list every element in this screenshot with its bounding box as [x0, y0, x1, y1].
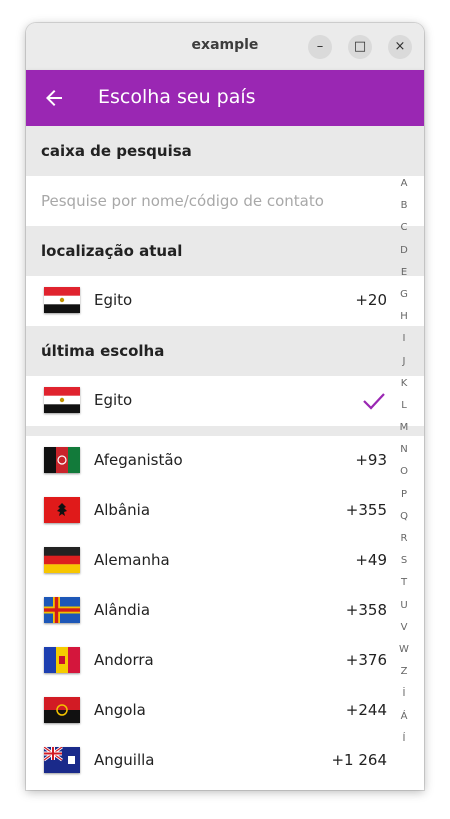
country-row-albania[interactable]: Albânia +355: [26, 486, 424, 536]
andorra-flag-icon: [44, 647, 80, 673]
location-section-header: localização atual: [26, 226, 424, 276]
search-section-header: caixa de pesquisa: [26, 126, 424, 176]
country-name: Andorra: [94, 651, 154, 669]
country-name: Angola: [94, 701, 146, 719]
last-choice-section-label: última escolha: [41, 342, 165, 360]
country-name: Anguilla: [94, 751, 155, 769]
index-letter[interactable]: R: [395, 528, 413, 550]
index-letter[interactable]: C: [395, 217, 413, 239]
country-row-aland[interactable]: Alândia +358: [26, 586, 424, 636]
aland-flag-icon: [44, 597, 80, 623]
country-name: Albânia: [94, 501, 151, 519]
app-window: example – □ × Escolha seu país caixa de …: [26, 23, 424, 790]
section-divider: [26, 426, 424, 436]
last-choice-row[interactable]: Egito: [26, 376, 424, 426]
location-section-label: localização atual: [41, 242, 183, 260]
angola-flag-icon: [44, 697, 80, 723]
index-letter[interactable]: L: [395, 395, 413, 417]
country-name: Egito: [94, 391, 133, 409]
index-letter[interactable]: Í: [395, 728, 413, 750]
check-icon: [363, 393, 385, 410]
egypt-flag-icon: [44, 387, 80, 413]
index-letter[interactable]: B: [395, 195, 413, 217]
albania-flag-icon: [44, 497, 80, 523]
index-letter[interactable]: J: [395, 351, 413, 373]
index-letter[interactable]: U: [395, 595, 413, 617]
country-code: +355: [345, 501, 387, 519]
index-letter[interactable]: S: [395, 550, 413, 572]
minimize-button[interactable]: –: [308, 35, 332, 59]
arrow-left-icon[interactable]: [42, 86, 66, 110]
country-row-anguilla[interactable]: Anguilla +1 264: [26, 736, 424, 786]
country-code: +1 264: [331, 751, 387, 769]
index-letter[interactable]: K: [395, 373, 413, 395]
country-code: +93: [355, 451, 387, 469]
search-placeholder: Pesquise por nome/código de contato: [41, 192, 324, 210]
search-input[interactable]: Pesquise por nome/código de contato: [26, 176, 424, 226]
alphabet-index[interactable]: A B C D E G H I J K L M N O P Q R S T U …: [395, 173, 413, 750]
germany-flag-icon: [44, 547, 80, 573]
index-letter[interactable]: E: [395, 262, 413, 284]
index-letter[interactable]: N: [395, 439, 413, 461]
window-titlebar[interactable]: example – □ ×: [26, 23, 424, 71]
index-letter[interactable]: D: [395, 240, 413, 262]
country-name: Alândia: [94, 601, 151, 619]
index-letter[interactable]: G: [395, 284, 413, 306]
index-letter[interactable]: A: [395, 173, 413, 195]
country-row-afghanistan[interactable]: Afeganistão +93: [26, 436, 424, 486]
afghanistan-flag-icon: [44, 447, 80, 473]
country-row-germany[interactable]: Alemanha +49: [26, 536, 424, 586]
country-code: +358: [345, 601, 387, 619]
country-code: +244: [345, 701, 387, 719]
index-letter[interactable]: W: [395, 639, 413, 661]
current-location-row[interactable]: Egito +20: [26, 276, 424, 326]
country-name: Afeganistão: [94, 451, 183, 469]
country-row-angola[interactable]: Angola +244: [26, 686, 424, 736]
index-letter[interactable]: Z: [395, 661, 413, 683]
index-letter[interactable]: V: [395, 617, 413, 639]
search-section-label: caixa de pesquisa: [41, 142, 192, 160]
egypt-flag-icon: [44, 287, 80, 313]
index-letter[interactable]: İ: [395, 683, 413, 705]
page-title: Escolha seu país: [98, 86, 256, 108]
index-letter[interactable]: M: [395, 417, 413, 439]
anguilla-flag-icon: [44, 747, 80, 773]
country-code: +20: [355, 291, 387, 309]
index-letter[interactable]: Á: [395, 706, 413, 728]
country-row-andorra[interactable]: Andorra +376: [26, 636, 424, 686]
country-name: Egito: [94, 291, 133, 309]
country-name: Alemanha: [94, 551, 170, 569]
close-button[interactable]: ×: [388, 35, 412, 59]
index-letter[interactable]: I: [395, 328, 413, 350]
country-code: +49: [355, 551, 387, 569]
index-letter[interactable]: Q: [395, 506, 413, 528]
index-letter[interactable]: H: [395, 306, 413, 328]
index-letter[interactable]: P: [395, 484, 413, 506]
index-letter[interactable]: O: [395, 461, 413, 483]
maximize-button[interactable]: □: [348, 35, 372, 59]
index-letter[interactable]: T: [395, 572, 413, 594]
last-choice-section-header: última escolha: [26, 326, 424, 376]
country-code: +376: [345, 651, 387, 669]
app-bar: Escolha seu país: [26, 70, 424, 126]
